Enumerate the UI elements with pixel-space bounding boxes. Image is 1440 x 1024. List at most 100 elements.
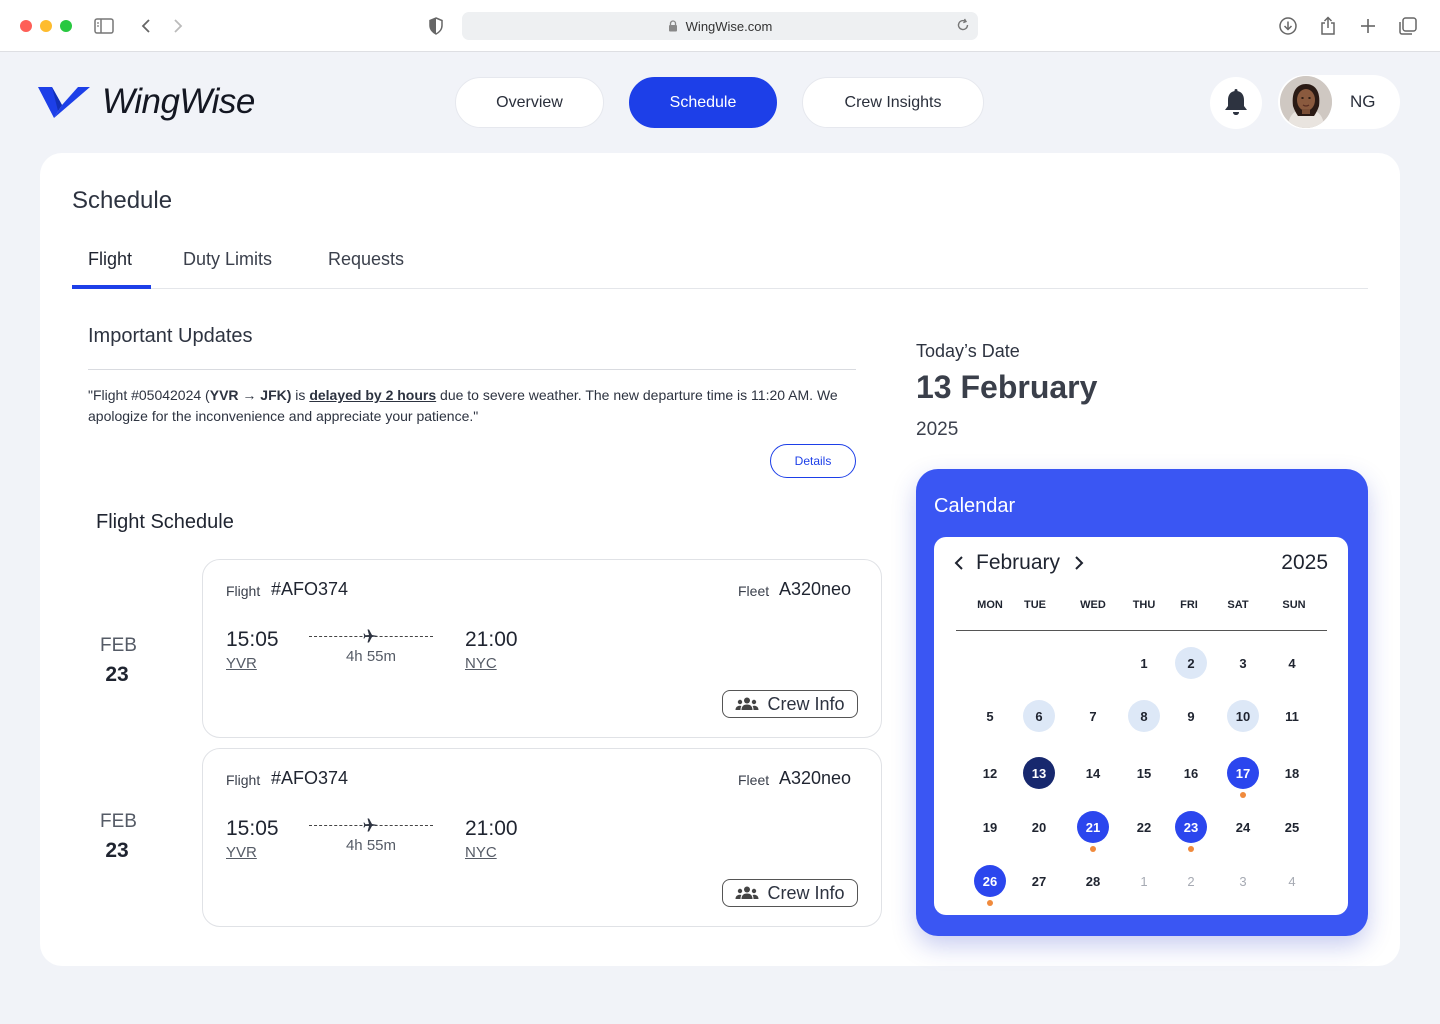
flight-route-line [309, 629, 433, 644]
calendar-day[interactable]: 3 [1227, 865, 1259, 897]
url-text: WingWise.com [685, 18, 773, 34]
download-icon[interactable] [1276, 14, 1300, 38]
brand-logo[interactable]: WingWise [38, 80, 255, 124]
nav-schedule-button[interactable]: Schedule [629, 77, 777, 128]
calendar-day[interactable]: 12 [974, 757, 1006, 789]
calendar-day[interactable]: 6 [1023, 700, 1055, 732]
calendar-title: Calendar [934, 495, 1016, 517]
calendar-day[interactable]: 23 [1175, 811, 1207, 843]
avatar [1280, 76, 1332, 128]
flight-route-line [309, 818, 433, 833]
calendar-day[interactable]: 28 [1077, 865, 1109, 897]
calendar-day[interactable]: 19 [974, 811, 1006, 843]
calendar-day[interactable]: 4 [1276, 865, 1308, 897]
calendar-day[interactable]: 22 [1128, 811, 1160, 843]
weekday-header-tue: TUE [1024, 599, 1046, 611]
reload-icon[interactable] [956, 18, 970, 32]
update-delay: delayed by 2 hours [309, 387, 437, 403]
calendar-grid: February 2025 MON TUE WED THU FRI SAT SUN 1 2 3 4 5… [934, 537, 1348, 915]
crew-group-icon [735, 697, 759, 710]
weekday-header-thu: THU [1132, 599, 1156, 611]
forward-icon[interactable] [166, 14, 190, 38]
important-updates-title: Important Updates [88, 325, 253, 347]
flight-card[interactable]: Flight #AFO374 Fleet A320neo 15:05 YVR 4… [202, 559, 882, 738]
new-tab-icon[interactable] [1356, 14, 1380, 38]
calendar-day[interactable]: 16 [1175, 757, 1207, 789]
flight-date: FEB 23 [100, 811, 137, 863]
flight-date-day: 23 [105, 663, 129, 686]
arrival-code[interactable]: NYC [465, 655, 497, 672]
active-tab-indicator [72, 285, 151, 289]
page-title: Schedule [72, 187, 173, 214]
share-icon[interactable] [1316, 14, 1340, 38]
calendar-day[interactable]: 26 [974, 865, 1006, 897]
calendar-day[interactable]: 20 [1023, 811, 1055, 843]
calendar-day[interactable]: 10 [1227, 700, 1259, 732]
departure-code[interactable]: YVR [226, 844, 257, 861]
event-dot [1090, 846, 1096, 852]
calendar-day[interactable]: 17 [1227, 757, 1259, 789]
flight-number: #AFO374 [271, 579, 349, 599]
calendar-day[interactable]: 1 [1128, 865, 1160, 897]
weekday-header-wed: WED [1080, 599, 1106, 611]
window-close-button[interactable] [20, 20, 32, 32]
brand-name: WingWise [102, 82, 255, 121]
calendar-day[interactable]: 3 [1227, 647, 1259, 679]
calendar-day[interactable]: 25 [1276, 811, 1308, 843]
weekday-header-mon: MON [977, 599, 1003, 611]
flight-date-day: 23 [105, 839, 129, 862]
window-minimize-button[interactable] [40, 20, 52, 32]
flight-date-month: FEB [100, 635, 137, 656]
tab-duty-limits[interactable]: Duty Limits [183, 249, 272, 270]
weekday-header-fri: FRI [1180, 599, 1198, 611]
crew-group-icon [735, 886, 759, 899]
fleet-label: Fleet [738, 772, 770, 788]
calendar-day[interactable]: 5 [974, 700, 1006, 732]
notifications-button[interactable] [1210, 77, 1262, 129]
calendar-day[interactable]: 8 [1128, 700, 1160, 732]
calendar-day[interactable]: 18 [1276, 757, 1308, 789]
lock-icon [668, 20, 677, 32]
calendar-day[interactable]: 21 [1077, 811, 1109, 843]
calendar-day[interactable]: 9 [1175, 700, 1207, 732]
schedule-card: Schedule Flight Duty Limits Requests Imp… [40, 153, 1400, 966]
nav-crew-insights-button[interactable]: Crew Insights [802, 77, 984, 128]
tab-overview-icon[interactable] [1396, 14, 1420, 38]
tab-flight[interactable]: Flight [88, 249, 132, 270]
event-dot [987, 900, 993, 906]
calendar-day[interactable]: 4 [1276, 647, 1308, 679]
next-month-icon[interactable] [1070, 555, 1086, 571]
crew-info-button[interactable]: Crew Info [722, 690, 858, 718]
calendar-day[interactable]: 24 [1227, 811, 1259, 843]
calendar-day[interactable]: 13 [1023, 757, 1055, 789]
update-message-is: is [291, 387, 310, 403]
privacy-shield-icon[interactable] [424, 14, 448, 38]
flight-duration: 4h 55m [345, 648, 397, 665]
calendar-day[interactable]: 11 [1276, 700, 1308, 732]
departure-code[interactable]: YVR [226, 655, 257, 672]
flight-duration: 4h 55m [345, 837, 397, 854]
nav-overview-button[interactable]: Overview [455, 77, 604, 128]
calendar-day[interactable]: 2 [1175, 647, 1207, 679]
window-zoom-button[interactable] [60, 20, 72, 32]
calendar-day[interactable]: 2 [1175, 865, 1207, 897]
sidebar-toggle-icon[interactable] [92, 14, 116, 38]
arrival-code[interactable]: NYC [465, 844, 497, 861]
flight-card[interactable]: Flight #AFO374 Fleet A320neo 15:05 YVR 4… [202, 748, 882, 927]
back-icon[interactable] [134, 14, 158, 38]
crew-info-button[interactable]: Crew Info [722, 879, 858, 907]
tab-requests[interactable]: Requests [328, 249, 404, 270]
prev-month-icon[interactable] [952, 555, 968, 571]
calendar-day[interactable]: 7 [1077, 700, 1109, 732]
calendar-day[interactable]: 27 [1023, 865, 1055, 897]
arrival-time: 21:00 [465, 817, 518, 840]
fleet-label: Fleet [738, 583, 770, 599]
calendar-day[interactable]: 1 [1128, 647, 1160, 679]
details-button[interactable]: Details [770, 444, 856, 478]
calendar-day[interactable]: 15 [1128, 757, 1160, 789]
fleet-value: A320neo [779, 579, 852, 599]
calendar-day[interactable]: 14 [1077, 757, 1109, 789]
user-profile-menu[interactable]: NG [1278, 75, 1400, 129]
address-bar[interactable]: WingWise.com [462, 12, 978, 40]
todays-date: 13 February [916, 369, 1098, 405]
